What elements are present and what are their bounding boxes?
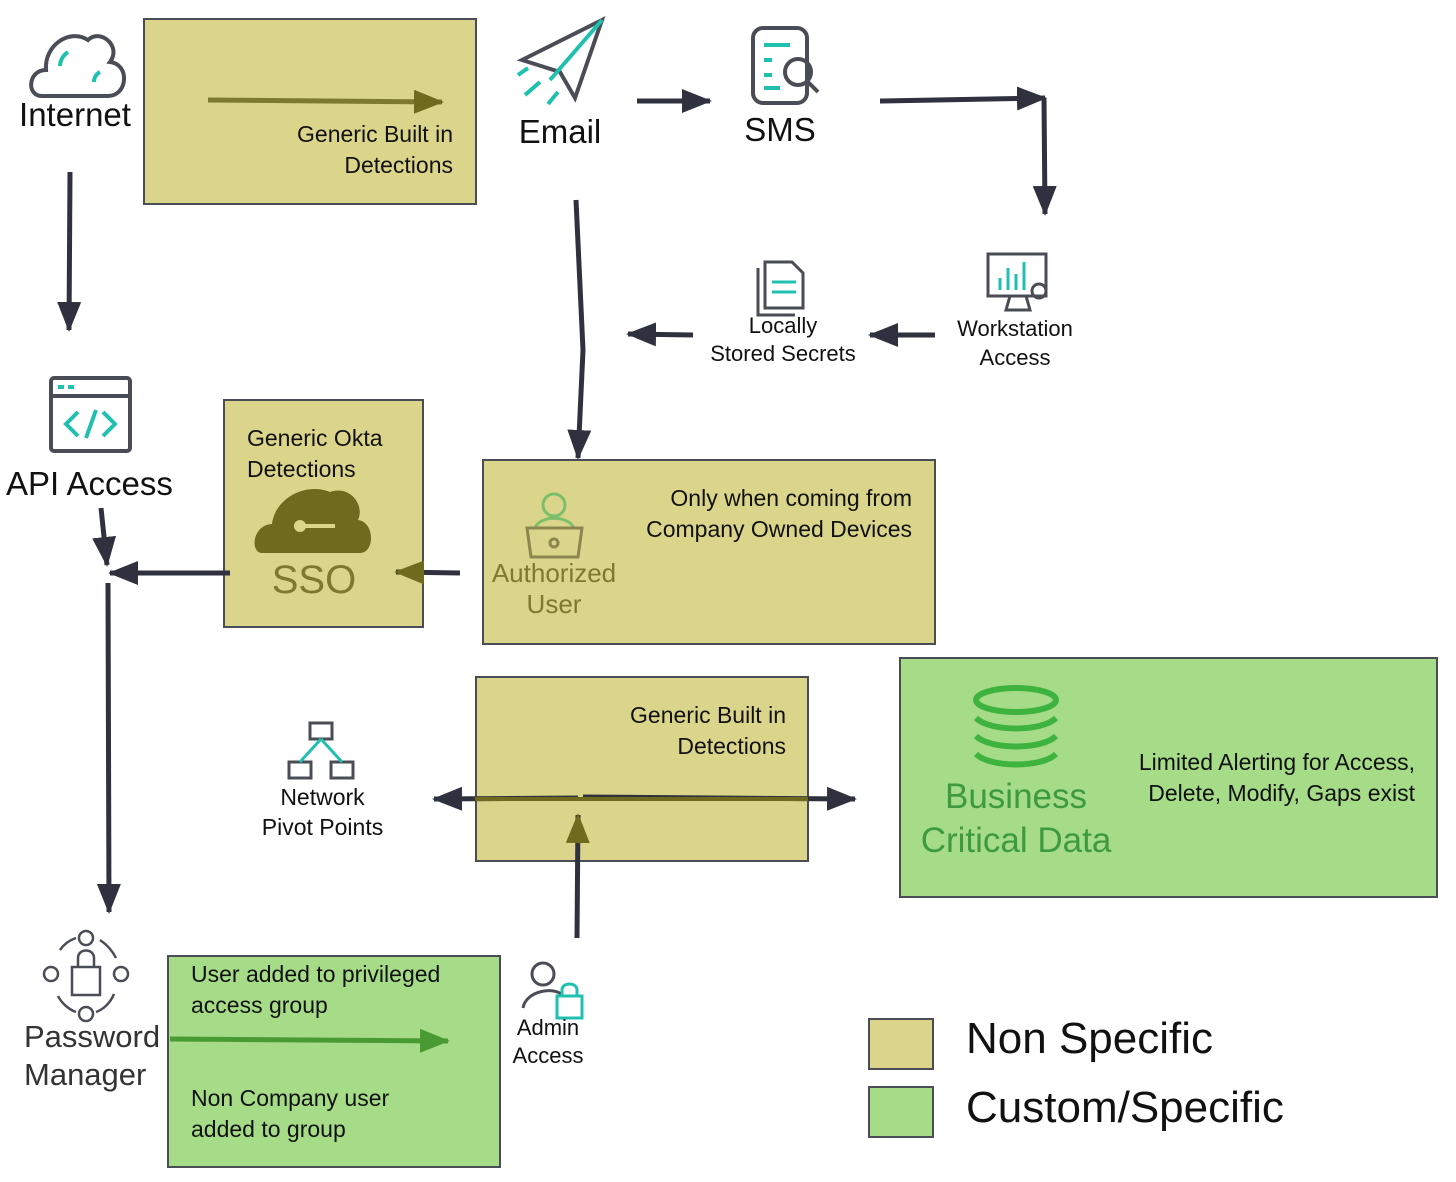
sms-phone-icon xyxy=(751,26,820,105)
line: Workstation xyxy=(957,316,1073,341)
workstation-monitor-icon xyxy=(986,252,1048,312)
line: Locally xyxy=(748,313,818,338)
code-window-icon xyxy=(49,376,132,453)
document-icon xyxy=(756,260,805,317)
network-icon xyxy=(287,721,355,780)
sso-label: SSO xyxy=(271,558,357,602)
line: User xyxy=(526,589,582,619)
password-manager-label: Password Manager xyxy=(24,1018,160,1094)
sms-label: SMS xyxy=(744,111,816,148)
connectors xyxy=(29,16,1059,1053)
arrow-secrets-left xyxy=(626,322,694,347)
line: Stored Secrets xyxy=(710,341,856,366)
arrow-admin-up xyxy=(565,813,590,939)
legend-swatch-custom-specific xyxy=(868,1086,934,1138)
arrow-email-to-user xyxy=(567,199,592,460)
arrow-sms-right xyxy=(879,86,1047,111)
authorized-user-laptop-icon xyxy=(525,492,584,559)
arrow-down-to-workstation xyxy=(1032,97,1057,216)
sso-key-cloud-icon xyxy=(254,488,372,553)
legend-label-non-specific: Non Specific xyxy=(966,1014,1214,1063)
admin-lock-user-icon xyxy=(521,961,584,1020)
line: Critical Data xyxy=(920,821,1112,860)
api-access-label: API Access xyxy=(6,465,173,502)
line: Admin xyxy=(516,1015,580,1040)
arrow-inside-privileged-box xyxy=(169,1028,450,1053)
arrow-api-to-junction xyxy=(92,507,117,567)
internet-label: Internet xyxy=(19,96,131,133)
network-pivot-label: Network Pivot Points xyxy=(240,782,405,842)
line: Access xyxy=(512,1043,584,1068)
line: Pivot Points xyxy=(261,814,384,840)
paper-plane-icon xyxy=(516,16,606,106)
legend-label-custom-specific: Custom/Specific xyxy=(966,1083,1284,1132)
line: Authorized xyxy=(491,558,617,588)
arrow-internet-to-api xyxy=(57,171,82,332)
line: Manager xyxy=(24,1057,147,1092)
line: Access xyxy=(979,345,1051,370)
email-label: Email xyxy=(518,113,602,150)
database-icon xyxy=(973,685,1059,768)
arrow-junction-to-password xyxy=(96,582,121,914)
business-critical-label: Business Critical Data xyxy=(906,775,1126,863)
line: Network xyxy=(280,784,365,810)
cloud-icon xyxy=(29,34,126,98)
legend-swatch-non-specific xyxy=(868,1018,934,1070)
admin-access-label: Admin Access xyxy=(498,1014,598,1070)
attack-path-diagram: Generic Built in Detections Generic Okta D… xyxy=(0,0,1456,1182)
arrow-inside-top-box xyxy=(207,89,444,114)
arrow-user-to-sso xyxy=(394,560,461,585)
locally-stored-secrets-label: Locally Stored Secrets xyxy=(693,312,873,368)
authorized-user-label: Authorized User xyxy=(484,558,624,620)
line: Password xyxy=(24,1019,161,1054)
line: Business xyxy=(944,777,1088,816)
workstation-label: Workstation Access xyxy=(935,314,1095,372)
password-lock-icon xyxy=(42,929,130,1023)
